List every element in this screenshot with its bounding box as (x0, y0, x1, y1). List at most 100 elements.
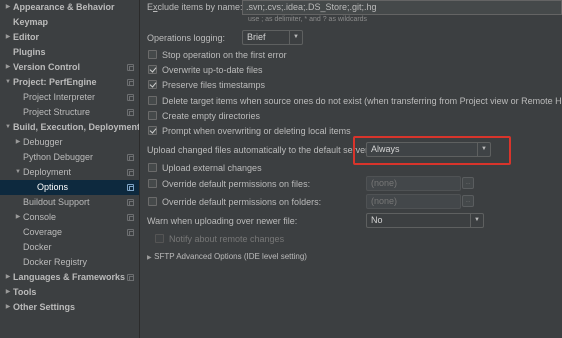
override-file-permissions-label: Override default permissions on files: (162, 179, 311, 189)
override-folder-permissions-label: Override default permissions on folders: (162, 197, 322, 207)
sidebar-item-other-settings[interactable]: ▶ Other Settings (0, 300, 139, 315)
exclude-items-input[interactable]: .svn;.cvs;.idea;.DS_Store;.git;.hg (242, 0, 562, 15)
sidebar-item-label: Console (23, 212, 57, 222)
sidebar-item-build-execution-deployment[interactable]: ▼ Build, Execution, Deployment (0, 120, 140, 135)
sidebar-item-label: Tools (13, 287, 37, 297)
project-scope-icon (127, 79, 134, 86)
checkbox-icon (148, 163, 157, 172)
sftp-advanced-section[interactable]: ▶ SFTP Advanced Options (IDE level setti… (147, 251, 307, 261)
sidebar-item-label: Coverage (23, 227, 63, 237)
sidebar-item-label: Project Interpreter (23, 92, 96, 102)
checkbox-checked-icon (148, 80, 157, 89)
checkbox-icon (148, 179, 157, 188)
project-scope-icon (127, 274, 134, 281)
chevron-down-icon[interactable]: ▼ (4, 120, 12, 135)
chevron-down-icon: ▼ (470, 214, 483, 227)
sidebar-item-label: Docker (23, 242, 52, 252)
project-scope-icon (127, 94, 134, 101)
sidebar-item-version-control[interactable]: ▶ Version Control (0, 60, 139, 75)
chevron-right-icon[interactable]: ▶ (4, 270, 12, 285)
sidebar-item-debugger[interactable]: ▶ Debugger (0, 135, 139, 150)
sidebar-item-docker-registry[interactable]: Docker Registry (0, 255, 139, 270)
chevron-right-icon[interactable]: ▶ (4, 0, 12, 15)
chevron-right-icon[interactable]: ▶ (4, 30, 12, 45)
sidebar-item-label: Python Debugger (23, 152, 94, 162)
chevron-right-icon: ▶ (147, 255, 152, 261)
chevron-down-icon[interactable]: ▼ (14, 165, 22, 180)
warn-newer-file-select[interactable]: No ▼ (366, 213, 484, 228)
project-scope-icon (127, 109, 134, 116)
folder-permissions-field: (none) (366, 194, 461, 209)
file-permissions-value: (none) (371, 178, 398, 188)
sidebar-item-project-interpreter[interactable]: Project Interpreter (0, 90, 139, 105)
sidebar-item-label: Buildout Support (23, 197, 90, 207)
sidebar-item-project-perfengine[interactable]: ▼ Project: PerfEngine (0, 75, 139, 90)
project-scope-icon (127, 154, 134, 161)
chevron-right-icon[interactable]: ▶ (4, 285, 12, 300)
warn-newer-file-value: No (371, 215, 383, 225)
sidebar-item-label: Keymap (13, 17, 49, 27)
checkbox-icon (148, 96, 157, 105)
sidebar-item-python-debugger[interactable]: Python Debugger (0, 150, 139, 165)
checkbox-icon (148, 111, 157, 120)
sidebar-item-label: Docker Registry (23, 257, 88, 267)
sidebar-item-languages-frameworks[interactable]: ▶ Languages & Frameworks (0, 270, 139, 285)
upload-automatically-label: Upload changed files automatically to th… (147, 145, 369, 155)
operations-logging-label: Operations logging: (147, 33, 226, 43)
upload-external-changes-label: Upload external changes (162, 163, 262, 173)
chevron-right-icon[interactable]: ▶ (14, 210, 22, 225)
sidebar-item-label: Languages & Frameworks (13, 272, 126, 282)
settings-tree: ▶ Appearance & Behavior Keymap ▶ Editor Plugi… (0, 0, 140, 338)
checkbox-icon (148, 50, 157, 59)
sidebar-item-label: Deployment (23, 167, 72, 177)
sidebar-item-label: Editor (13, 32, 39, 42)
sidebar-item-deployment[interactable]: ▼ Deployment (0, 165, 139, 180)
file-permissions-browse-button: ... (462, 177, 474, 189)
sidebar-item-label: Options (37, 182, 69, 192)
sidebar-item-label: Plugins (13, 47, 46, 57)
project-scope-icon (127, 169, 134, 176)
sidebar-item-label: Project Structure (23, 107, 91, 117)
sidebar-item-tools[interactable]: ▶ Tools (0, 285, 139, 300)
project-scope-icon (127, 214, 134, 221)
chevron-down-icon[interactable]: ▼ (4, 75, 12, 90)
sidebar-item-label: Version Control (13, 62, 81, 72)
chevron-right-icon[interactable]: ▶ (4, 60, 12, 75)
sidebar-item-options[interactable]: Options (0, 180, 139, 195)
checkbox-icon (155, 234, 164, 243)
sidebar-item-label: Project: PerfEngine (13, 77, 97, 87)
notify-remote-changes-label: Notify about remote changes (169, 234, 285, 244)
sidebar-item-label: Other Settings (13, 302, 76, 312)
exclude-hint: use ; as delimiter, * and ? as wildcards (248, 16, 368, 23)
project-scope-icon (127, 184, 134, 191)
sidebar-item-label: Debugger (23, 137, 63, 147)
exclude-label-rest: clude items by name: (157, 2, 243, 12)
sidebar-item-label: Appearance & Behavior (13, 2, 115, 12)
sidebar-item-keymap[interactable]: Keymap (0, 15, 139, 30)
checkbox-checked-icon (148, 126, 157, 135)
sidebar-item-project-structure[interactable]: Project Structure (0, 105, 139, 120)
chevron-right-icon[interactable]: ▶ (4, 300, 12, 315)
sidebar-item-docker[interactable]: Docker (0, 240, 139, 255)
sidebar-item-console[interactable]: ▶ Console (0, 210, 139, 225)
folder-permissions-browse-button: ... (462, 195, 474, 207)
sidebar-item-editor[interactable]: ▶ Editor (0, 30, 139, 45)
deployment-options-panel: Exclude items by name: .svn;.cvs;.idea;.… (141, 0, 562, 338)
stop-on-first-error-label: Stop operation on the first error (162, 50, 287, 60)
sidebar-item-coverage[interactable]: Coverage (0, 225, 139, 240)
checkbox-checked-icon (148, 65, 157, 74)
warn-newer-file-label: Warn when uploading over newer file: (147, 216, 298, 226)
chevron-down-icon: ▼ (289, 31, 302, 44)
sidebar-item-appearance-behavior[interactable]: ▶ Appearance & Behavior (0, 0, 139, 15)
chevron-right-icon[interactable]: ▶ (14, 135, 22, 150)
create-empty-directories-label: Create empty directories (162, 111, 261, 121)
sidebar-item-plugins[interactable]: Plugins (0, 45, 139, 60)
operations-logging-value: Brief (247, 32, 266, 42)
highlight-box (353, 136, 511, 165)
exclude-items-label: Exclude items by name: (147, 2, 243, 12)
sidebar-item-label: Build, Execution, Deployment (13, 122, 140, 132)
sidebar-item-buildout-support[interactable]: Buildout Support (0, 195, 139, 210)
prompt-overwrite-label: Prompt when overwriting or deleting loca… (162, 126, 351, 136)
operations-logging-select[interactable]: Brief ▼ (242, 30, 303, 45)
sftp-advanced-label: SFTP Advanced Options (IDE level setting… (154, 252, 307, 261)
